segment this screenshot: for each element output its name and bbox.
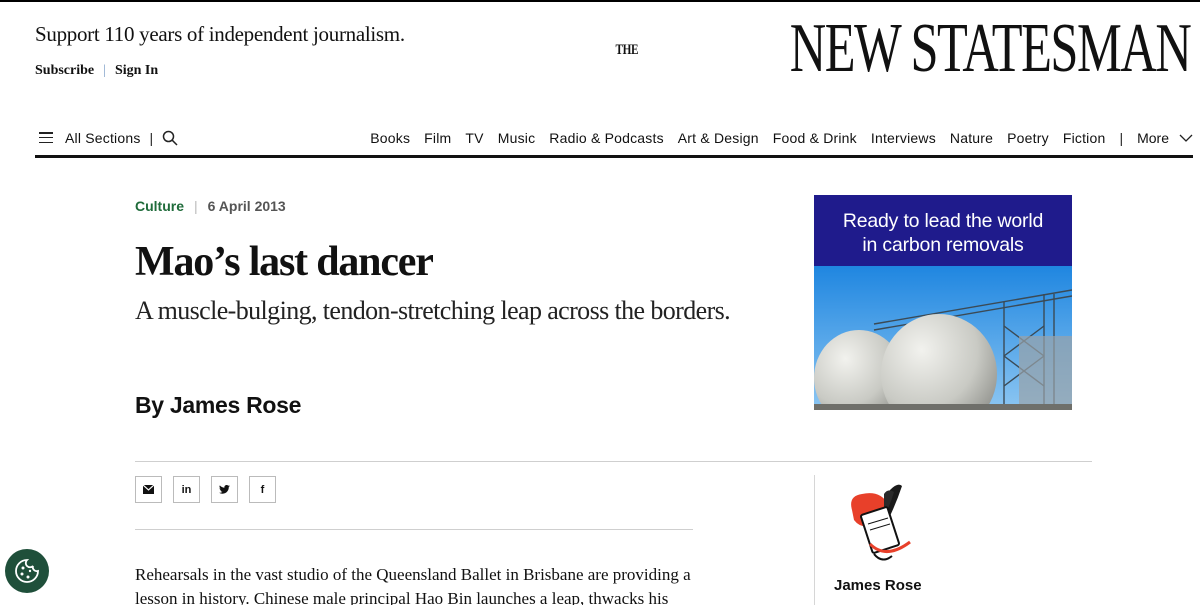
top-rule bbox=[0, 0, 1200, 2]
account-links: Subscribe | Sign In bbox=[35, 63, 158, 79]
nav-item-film[interactable]: Film bbox=[424, 130, 451, 146]
nav-item-nature[interactable]: Nature bbox=[950, 130, 993, 146]
search-icon[interactable] bbox=[162, 130, 178, 146]
divider bbox=[135, 461, 1092, 462]
nav-more-label: More bbox=[1137, 129, 1169, 146]
nav-separator: | bbox=[149, 129, 154, 146]
subscribe-link[interactable]: Subscribe bbox=[35, 63, 94, 79]
all-sections-link[interactable]: All Sections bbox=[65, 130, 141, 146]
share-twitter-icon[interactable] bbox=[211, 476, 238, 503]
support-tagline: Support 110 years of independent journal… bbox=[35, 22, 405, 46]
meta-separator: | bbox=[194, 198, 198, 214]
ad-line-2: in carbon removals bbox=[862, 234, 1024, 256]
share-linkedin-icon[interactable]: in bbox=[173, 476, 200, 503]
share-facebook-icon[interactable]: f bbox=[249, 476, 276, 503]
share-email-icon[interactable] bbox=[135, 476, 162, 503]
nav-item-poetry[interactable]: Poetry bbox=[1007, 130, 1049, 146]
section-link[interactable]: Culture bbox=[135, 198, 184, 214]
article-byline[interactable]: By James Rose bbox=[135, 392, 301, 419]
nav-more-separator: | bbox=[1119, 129, 1124, 146]
logo-the: THE bbox=[615, 42, 638, 58]
nav-item-food-drink[interactable]: Food & Drink bbox=[773, 130, 857, 146]
account-separator: | bbox=[103, 63, 106, 78]
nav-more-button[interactable]: More bbox=[1137, 130, 1193, 146]
main-nav: All Sections | Books Film TV Music Radio… bbox=[35, 120, 1193, 158]
advertisement[interactable]: Ready to lead the world in carbon remova… bbox=[814, 195, 1072, 410]
nav-item-tv[interactable]: TV bbox=[465, 130, 483, 146]
article-headline: Mao’s last dancer bbox=[135, 239, 434, 285]
nav-item-books[interactable]: Books bbox=[370, 130, 410, 146]
author-name[interactable]: James Rose bbox=[834, 577, 922, 594]
article-meta: Culture | 6 April 2013 bbox=[135, 198, 286, 214]
nav-right: Books Film TV Music Radio & Podcasts Art… bbox=[356, 130, 1193, 146]
author-illustration[interactable] bbox=[840, 480, 920, 570]
logo-wordmark: NEW STATESMAN bbox=[789, 10, 1191, 87]
nav-item-fiction[interactable]: Fiction bbox=[1063, 130, 1106, 146]
author-column-rule bbox=[814, 475, 815, 605]
new-statesman-logo[interactable]: THE NEW STATESMAN bbox=[608, 10, 1191, 87]
nav-item-interviews[interactable]: Interviews bbox=[871, 130, 936, 146]
nav-item-music[interactable]: Music bbox=[498, 130, 536, 146]
nav-left: All Sections | bbox=[35, 130, 178, 146]
share-bar: in f bbox=[135, 476, 287, 503]
nav-item-art-design[interactable]: Art & Design bbox=[678, 130, 759, 146]
publish-date: 6 April 2013 bbox=[207, 198, 286, 214]
ad-line-1: Ready to lead the world bbox=[842, 210, 1044, 232]
article-body: Rehearsals in the vast studio of the Que… bbox=[135, 565, 691, 605]
article-standfirst: A muscle-bulging, tendon-stretching leap… bbox=[135, 296, 731, 325]
cookie-icon bbox=[15, 559, 39, 583]
ad-headline: Ready to lead the world in carbon remova… bbox=[814, 195, 1072, 266]
divider bbox=[135, 529, 693, 530]
cookie-settings-button[interactable] bbox=[5, 549, 49, 593]
nav-item-radio-podcasts[interactable]: Radio & Podcasts bbox=[549, 130, 663, 146]
sign-in-link[interactable]: Sign In bbox=[115, 63, 158, 79]
chevron-down-icon bbox=[1179, 134, 1193, 142]
hamburger-menu-icon[interactable] bbox=[39, 132, 53, 143]
ad-image bbox=[814, 266, 1072, 410]
